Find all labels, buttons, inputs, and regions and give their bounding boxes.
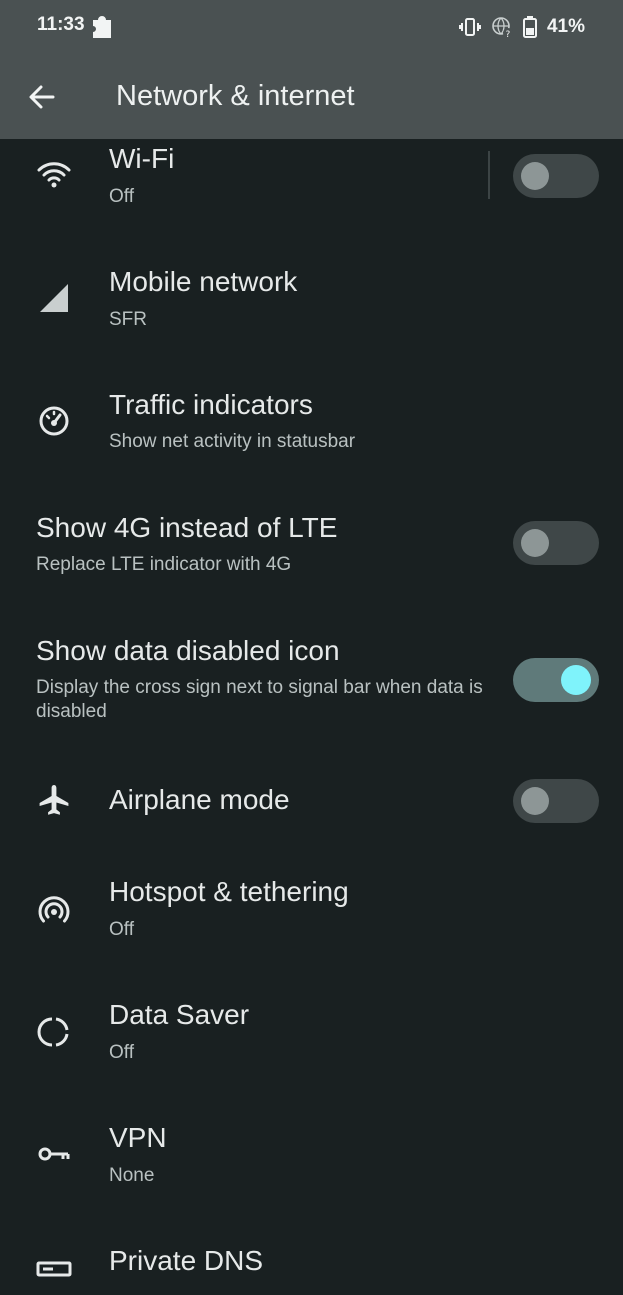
airplane-icon	[39, 785, 69, 815]
data-disabled-icon-title: Show data disabled icon	[36, 635, 340, 666]
wifi-icon	[37, 162, 71, 188]
mobile-network-operator: SFR	[109, 309, 147, 330]
divider	[488, 151, 490, 199]
speedometer-icon	[39, 406, 69, 436]
show-4g-summary: Replace LTE indicator with 4G	[36, 554, 292, 575]
arrow-back-icon[interactable]	[27, 82, 57, 112]
setting-data-saver[interactable]: Data Saver Off	[0, 995, 623, 1075]
data-saver-icon	[37, 1017, 69, 1047]
key-icon	[38, 1147, 70, 1161]
show-4g-title: Show 4G instead of LTE	[36, 512, 338, 543]
vpn-title: VPN	[109, 1122, 167, 1153]
vibrate-icon	[458, 18, 481, 36]
data-disabled-icon-summary: Display the cross sign next to signal ba…	[36, 677, 483, 722]
wifi-title: Wi-Fi	[109, 143, 175, 174]
setting-private-dns[interactable]: Private DNS	[0, 1241, 623, 1280]
signal-icon	[40, 284, 68, 312]
setting-mobile-network[interactable]: Mobile network SFR	[0, 262, 623, 342]
wifi-status: Off	[109, 186, 134, 207]
data-saver-title: Data Saver	[109, 999, 250, 1030]
wifi-toggle[interactable]	[513, 154, 599, 198]
vpn-status: None	[109, 1165, 155, 1186]
traffic-indicators-title: Traffic indicators	[109, 389, 313, 420]
traffic-indicators-summary: Show net activity in statusbar	[109, 431, 356, 452]
private-dns-title: Private DNS	[109, 1245, 264, 1276]
battery-icon	[522, 16, 537, 38]
mobile-network-title: Mobile network	[109, 266, 298, 297]
hotspot-icon	[38, 896, 70, 923]
show-4g-toggle[interactable]	[513, 521, 599, 565]
page-title: Network & internet	[116, 80, 355, 112]
battery-percent: 41%	[546, 16, 585, 37]
puzzle-icon	[93, 16, 111, 38]
status-bar: 11:33 ? 41%	[0, 0, 623, 56]
data-saver-status: Off	[109, 1042, 134, 1063]
data-disabled-icon-toggle[interactable]	[513, 658, 599, 702]
hotspot-status: Off	[109, 919, 134, 940]
status-time: 11:33	[37, 14, 85, 35]
setting-traffic-indicators[interactable]: Traffic indicators Show net activity in …	[0, 385, 623, 465]
airplane-mode-title: Airplane mode	[109, 784, 290, 815]
svg-text:?: ?	[505, 30, 510, 38]
airplane-mode-toggle[interactable]	[513, 779, 599, 823]
hotspot-title: Hotspot & tethering	[109, 876, 349, 907]
setting-vpn[interactable]: VPN None	[0, 1118, 623, 1198]
dns-icon	[36, 1261, 72, 1277]
setting-hotspot-tethering[interactable]: Hotspot & tethering Off	[0, 872, 623, 952]
globe-question-icon: ?	[492, 17, 513, 38]
